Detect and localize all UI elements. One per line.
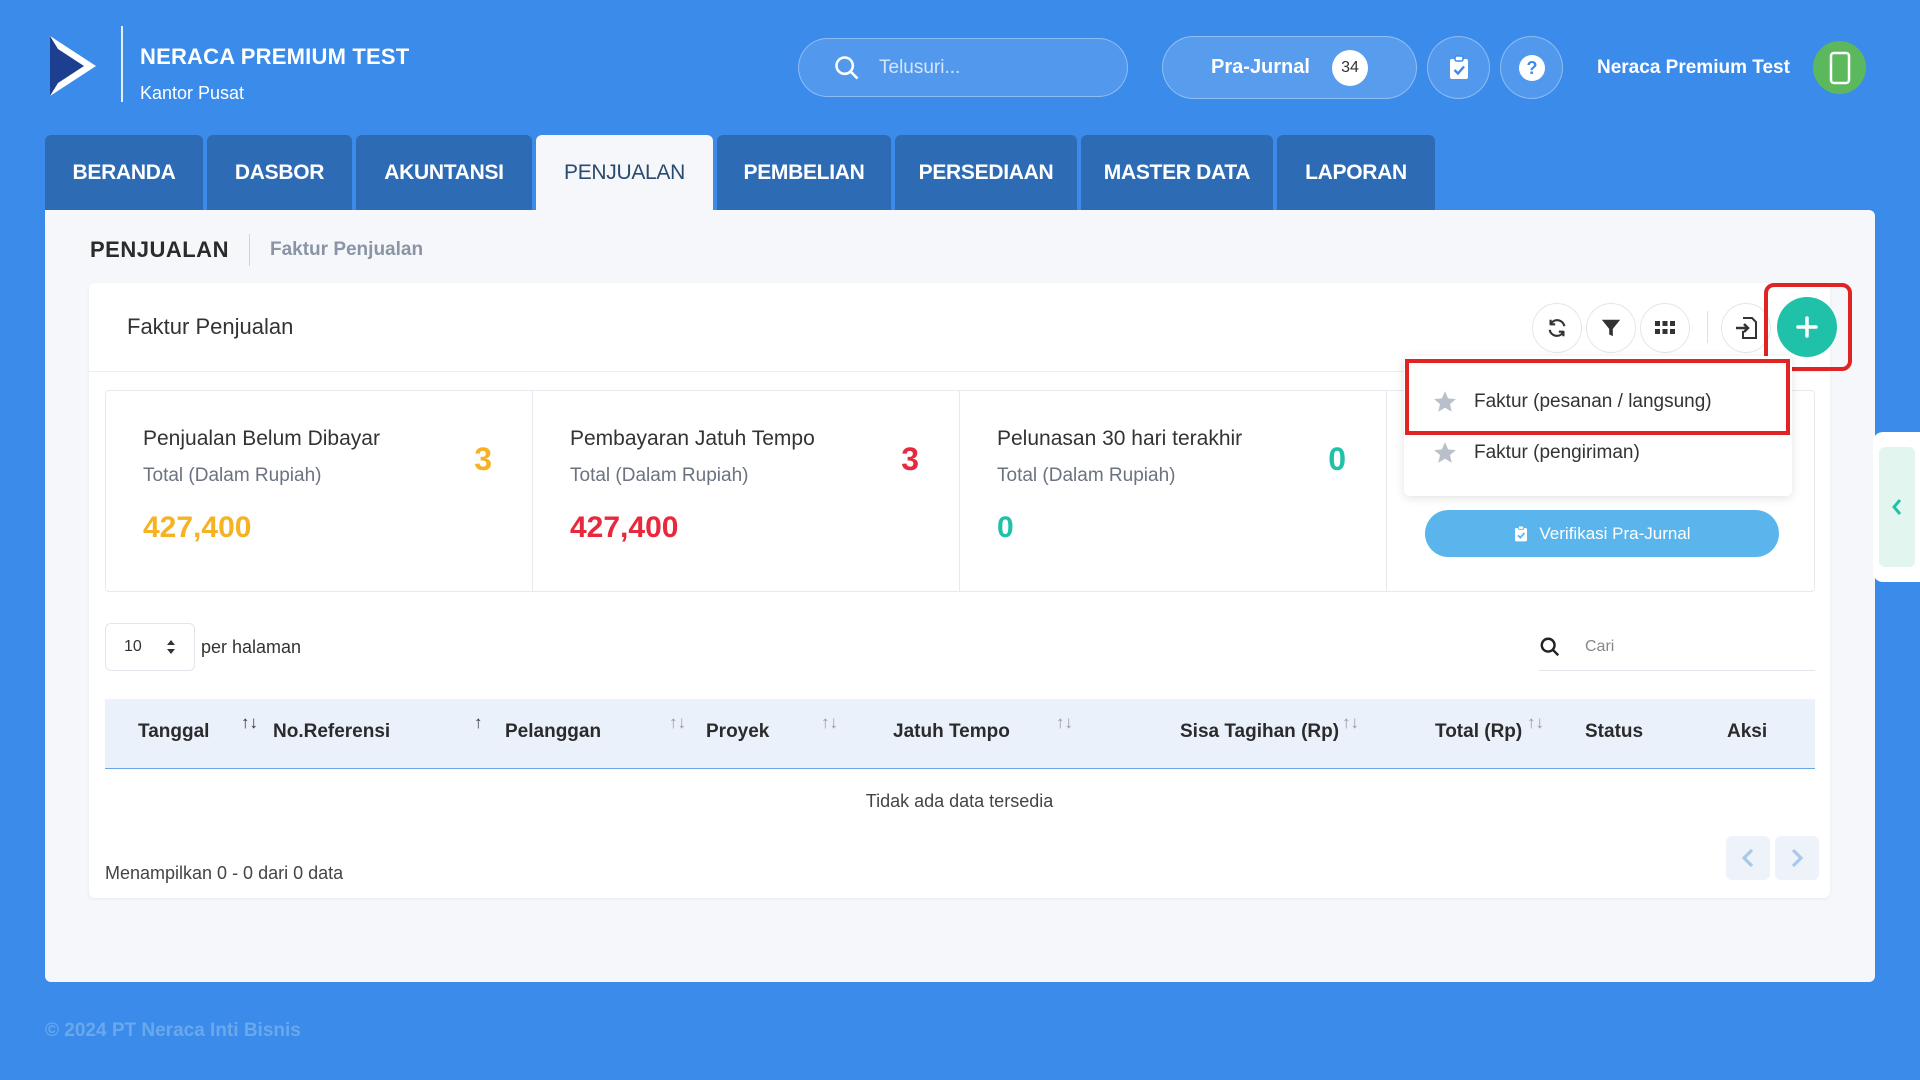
verify-label: Verifikasi Pra-Jurnal bbox=[1539, 523, 1691, 543]
verify-pra-jurnal-button[interactable]: Verifikasi Pra-Jurnal bbox=[1425, 510, 1779, 557]
pra-jurnal-count-badge: 34 bbox=[1331, 49, 1368, 86]
table-search[interactable] bbox=[1539, 623, 1815, 671]
tab-dasbor[interactable]: DASBOR bbox=[207, 135, 352, 210]
table-header: Tanggal ↑↓ No.Referensi ↑ Pelanggan ↑↓ P… bbox=[105, 699, 1815, 769]
chevron-left-icon bbox=[1741, 848, 1754, 868]
stat-amount: 427,400 bbox=[143, 511, 252, 544]
stat-title: Pelunasan 30 hari terakhir bbox=[997, 427, 1243, 450]
grid-icon bbox=[1655, 321, 1675, 334]
stat-unpaid-sales[interactable]: Penjualan Belum Dibayar Total (Dalam Rup… bbox=[106, 391, 533, 591]
col-status: Status bbox=[1585, 721, 1644, 742]
sort-icon[interactable]: ↑↓ bbox=[1342, 713, 1359, 733]
col-tanggal[interactable]: Tanggal bbox=[138, 721, 209, 743]
col-proyek[interactable]: Proyek bbox=[706, 721, 769, 743]
sort-icon[interactable]: ↑↓ bbox=[821, 713, 838, 733]
pagination-info: Menampilkan 0 - 0 dari 0 data bbox=[105, 863, 344, 883]
stat-count: 3 bbox=[474, 441, 492, 477]
table-search-input[interactable] bbox=[1585, 637, 1785, 656]
company-name: NERACA PREMIUM TEST bbox=[140, 44, 410, 69]
sort-icon[interactable]: ↑↓ bbox=[669, 713, 686, 733]
next-page-button[interactable] bbox=[1775, 836, 1819, 880]
stat-count: 3 bbox=[901, 441, 919, 477]
menu-item-faktur-pengiriman[interactable]: Faktur (pengiriman) bbox=[1432, 440, 1640, 466]
filter-icon bbox=[1601, 319, 1621, 337]
side-panel-toggle[interactable] bbox=[1873, 432, 1920, 582]
clipboard-check-icon bbox=[1515, 525, 1528, 541]
sort-icon[interactable]: ↑↓ bbox=[1056, 713, 1073, 733]
per-page-control: 10 per halaman bbox=[105, 623, 301, 671]
footer-copyright: © 2024 PT Neraca Inti Bisnis bbox=[45, 1020, 301, 1041]
stat-subtitle: Total (Dalam Rupiah) bbox=[143, 465, 322, 486]
global-search[interactable] bbox=[798, 38, 1128, 97]
stat-settlements-30-days[interactable]: Pelunasan 30 hari terakhir Total (Dalam … bbox=[960, 391, 1387, 591]
col-no-referensi[interactable]: No.Referensi bbox=[273, 721, 390, 743]
col-pelanggan[interactable]: Pelanggan bbox=[505, 721, 601, 743]
stat-subtitle: Total (Dalam Rupiah) bbox=[997, 465, 1176, 486]
chevron-left-icon bbox=[1891, 499, 1901, 515]
refresh-button[interactable] bbox=[1532, 303, 1582, 353]
clipboard-check-icon bbox=[1449, 54, 1468, 79]
per-page-value: 10 bbox=[124, 638, 142, 655]
filter-button[interactable] bbox=[1586, 303, 1636, 353]
tab-laporan[interactable]: LAPORAN bbox=[1277, 135, 1435, 210]
sort-icon[interactable]: ↑↓ bbox=[1527, 713, 1544, 733]
main-nav: BERANDA DASBOR AKUNTANSI PENJUALAN PEMBE… bbox=[45, 135, 1435, 210]
menu-item-label: Faktur (pengiriman) bbox=[1474, 442, 1640, 463]
tab-akuntansi[interactable]: AKUNTANSI bbox=[356, 135, 532, 210]
pra-jurnal-label: Pra-Jurnal bbox=[1211, 56, 1310, 78]
refresh-icon bbox=[1548, 319, 1566, 337]
tab-beranda[interactable]: BERANDA bbox=[45, 135, 203, 210]
app-logo[interactable] bbox=[46, 32, 100, 100]
breadcrumb: PENJUALAN Faktur Penjualan bbox=[90, 234, 423, 266]
pra-jurnal-button[interactable]: Pra-Jurnal 34 bbox=[1162, 36, 1417, 99]
global-search-input[interactable] bbox=[879, 56, 1099, 79]
col-sisa-tagihan[interactable]: Sisa Tagihan (Rp) bbox=[1180, 721, 1339, 743]
stat-count: 0 bbox=[1328, 441, 1346, 477]
star-icon bbox=[1434, 442, 1456, 463]
stat-amount: 427,400 bbox=[570, 511, 679, 544]
per-page-select[interactable]: 10 bbox=[105, 623, 195, 671]
breadcrumb-separator bbox=[248, 234, 250, 266]
menu-item-highlight bbox=[1405, 359, 1790, 435]
user-avatar[interactable] bbox=[1813, 41, 1866, 94]
main-panel: PENJUALAN Faktur Penjualan Faktur Penjua… bbox=[45, 210, 1875, 982]
sort-desc-icon[interactable]: ↑↓ bbox=[241, 713, 258, 733]
stat-amount: 0 bbox=[997, 511, 1014, 544]
columns-button[interactable] bbox=[1640, 303, 1690, 353]
clipboard-button[interactable] bbox=[1427, 36, 1490, 99]
stat-title: Pembayaran Jatuh Tempo bbox=[570, 427, 815, 450]
stat-due-payments[interactable]: Pembayaran Jatuh Tempo Total (Dalam Rupi… bbox=[533, 391, 960, 591]
sort-asc-icon[interactable]: ↑ bbox=[474, 713, 483, 733]
tab-persediaan[interactable]: PERSEDIAAN bbox=[895, 135, 1077, 210]
company-branch: Kantor Pusat bbox=[140, 83, 245, 103]
tab-master-data[interactable]: MASTER DATA bbox=[1081, 135, 1273, 210]
tab-penjualan[interactable]: PENJUALAN bbox=[536, 135, 713, 210]
help-icon: ? bbox=[1518, 54, 1545, 81]
user-name[interactable]: Neraca Premium Test bbox=[1597, 57, 1790, 79]
stat-subtitle: Total (Dalam Rupiah) bbox=[570, 465, 749, 486]
table-empty-message: Tidak ada data tersedia bbox=[865, 791, 1054, 811]
sort-arrows-icon bbox=[167, 640, 175, 654]
col-aksi: Aksi bbox=[1727, 721, 1768, 742]
per-page-label: per halaman bbox=[201, 636, 302, 657]
card-title: Faktur Penjualan bbox=[127, 314, 294, 339]
phone-icon bbox=[1829, 51, 1850, 84]
col-total[interactable]: Total (Rp) bbox=[1435, 721, 1522, 743]
search-icon bbox=[1540, 637, 1560, 656]
help-button[interactable]: ? bbox=[1500, 36, 1563, 99]
search-icon bbox=[835, 55, 859, 79]
header-divider bbox=[121, 26, 123, 102]
toolbar-separator bbox=[1707, 311, 1708, 343]
breadcrumb-module[interactable]: PENJUALAN bbox=[90, 237, 229, 263]
tab-pembelian[interactable]: PEMBELIAN bbox=[717, 135, 891, 210]
breadcrumb-page: Faktur Penjualan bbox=[269, 239, 424, 260]
chevron-right-icon bbox=[1791, 848, 1804, 868]
stat-title: Penjualan Belum Dibayar bbox=[143, 427, 380, 450]
col-jatuh-tempo[interactable]: Jatuh Tempo bbox=[893, 721, 1010, 743]
svg-text:?: ? bbox=[1526, 58, 1537, 78]
prev-page-button[interactable] bbox=[1726, 836, 1770, 880]
side-panel-toggle-inner bbox=[1878, 447, 1915, 567]
import-icon bbox=[1736, 317, 1757, 339]
